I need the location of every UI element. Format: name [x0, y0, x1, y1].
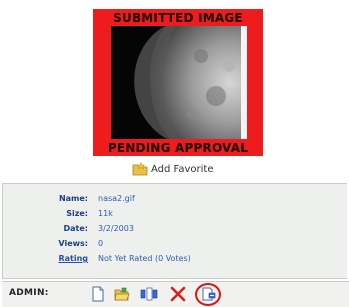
- banner-submitted-image: SUBMITTED IMAGE: [113, 11, 243, 25]
- views-value: 0: [98, 239, 104, 248]
- submitted-image-thumbnail[interactable]: SUBMITTED IMAGE PENDING APPROVAL: [93, 9, 263, 156]
- detail-row-rating: Rating Not Yet Rated (0 Votes): [3, 252, 343, 265]
- moon-crescent-graphic: [134, 26, 247, 139]
- rating-link[interactable]: Rating: [58, 252, 88, 265]
- admin-toolbar: ADMIN:: [2, 281, 349, 307]
- size-label: Size:: [66, 209, 88, 218]
- folder-star-icon: [132, 162, 148, 176]
- size-value: 11k: [98, 209, 113, 218]
- add-favorite-link[interactable]: Add Favorite: [132, 161, 214, 177]
- image-edge-strip: [241, 26, 247, 139]
- name-label: Name:: [58, 194, 88, 203]
- views-label: Views:: [58, 239, 88, 248]
- detail-row-date: Date: 3/2/2003: [3, 222, 343, 235]
- rating-value: Not Yet Rated (0 Votes): [98, 254, 191, 263]
- detail-row-views: Views: 0: [3, 237, 343, 250]
- approve-icon[interactable]: [200, 286, 216, 302]
- folder-open-icon[interactable]: [114, 286, 130, 302]
- delete-icon[interactable]: [170, 286, 186, 302]
- image-details-panel: Name: nasa2.gif Size: 11k Date: 3/2/2003…: [2, 183, 347, 279]
- date-label: Date:: [63, 224, 89, 233]
- add-favorite-label: Add Favorite: [151, 163, 214, 175]
- moon-image: [111, 26, 247, 139]
- document-icon[interactable]: [90, 286, 106, 302]
- admin-label: ADMIN:: [9, 288, 49, 298]
- date-value: 3/2/2003: [98, 224, 134, 233]
- detail-row-name: Name: nasa2.gif: [3, 192, 343, 205]
- detail-row-size: Size: 11k: [3, 207, 343, 220]
- move-icon[interactable]: [140, 286, 158, 302]
- banner-pending-approval: PENDING APPROVAL: [107, 141, 249, 155]
- name-value: nasa2.gif: [98, 194, 135, 203]
